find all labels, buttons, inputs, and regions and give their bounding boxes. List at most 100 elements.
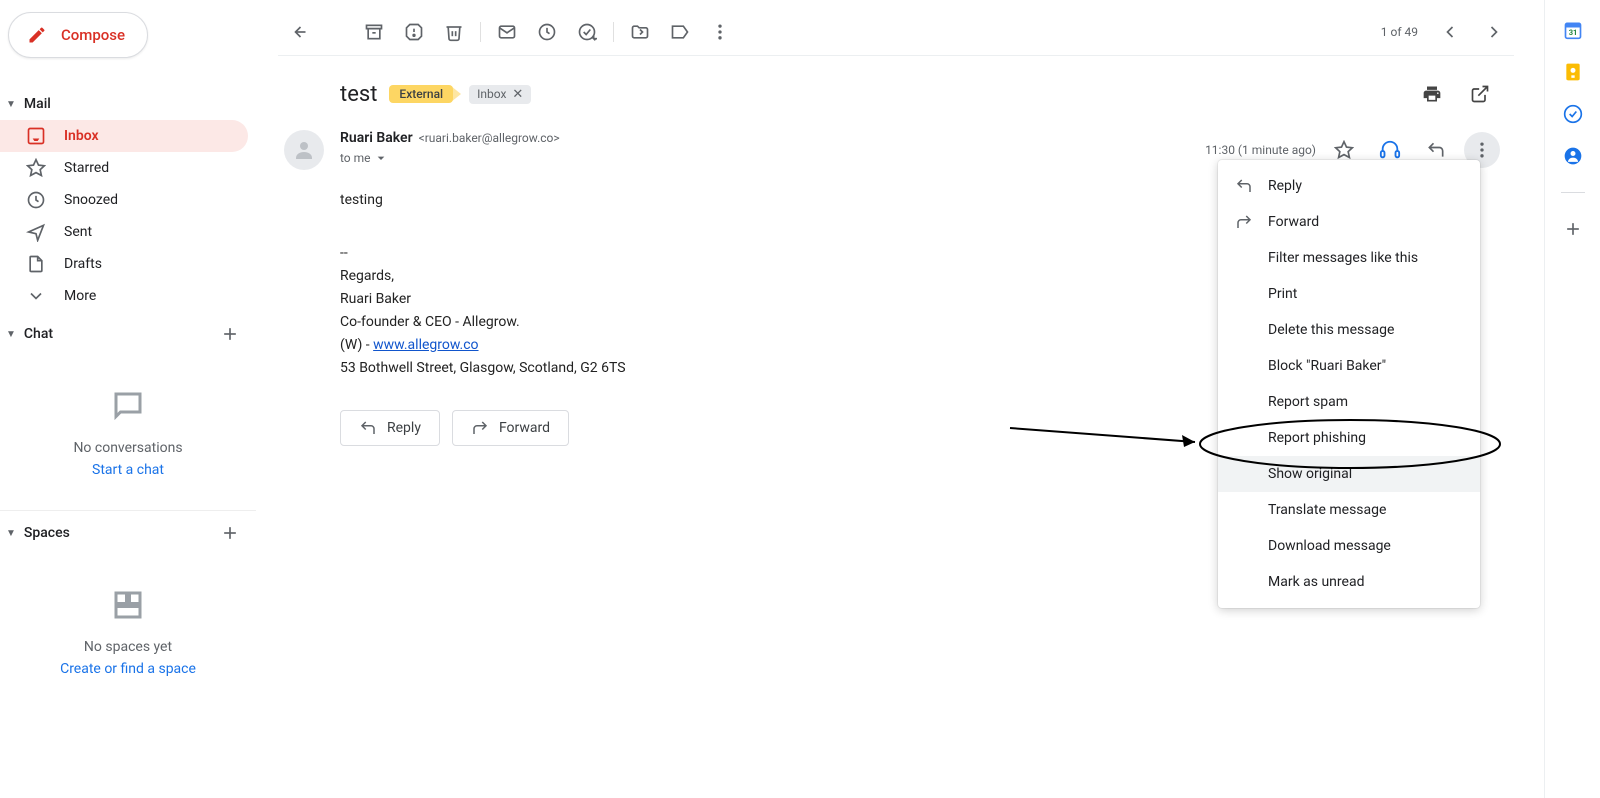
back-button[interactable]: [278, 12, 318, 52]
create-space-link[interactable]: Create or find a space: [20, 661, 236, 677]
sidebar-item-sent[interactable]: Sent: [0, 216, 248, 248]
compose-label: Compose: [61, 26, 125, 44]
chat-placeholder: No conversations Start a chat: [0, 348, 256, 498]
sidebar-item-starred[interactable]: Starred: [0, 152, 248, 184]
section-mail[interactable]: ▼Mail: [0, 92, 256, 116]
body-line: --: [340, 243, 1200, 264]
archive-button[interactable]: [354, 12, 394, 52]
remove-label-icon[interactable]: ✕: [512, 87, 523, 102]
snooze-button[interactable]: [527, 12, 567, 52]
tasks-icon[interactable]: [1563, 104, 1583, 124]
menu-show-original[interactable]: Show original: [1218, 456, 1480, 492]
start-chat-link[interactable]: Start a chat: [20, 462, 236, 478]
message-subject: test: [340, 82, 377, 107]
body-line: (W) -: [340, 337, 373, 353]
contacts-icon[interactable]: [1563, 146, 1583, 166]
star-icon: [26, 158, 46, 178]
compose-button[interactable]: Compose: [8, 12, 148, 58]
signature-link[interactable]: www.allegrow.co: [373, 337, 478, 353]
pencil-icon: [27, 25, 47, 45]
add-task-button[interactable]: [567, 12, 607, 52]
keep-icon[interactable]: [1563, 62, 1583, 82]
menu-label: Reply: [1268, 178, 1302, 194]
calendar-icon[interactable]: 31: [1563, 20, 1583, 40]
message-body: testing -- Regards, Ruari Baker Co-found…: [340, 190, 1200, 381]
label-arrow-icon: [451, 86, 461, 102]
chat-placeholder-text: No conversations: [20, 440, 236, 456]
section-chat[interactable]: ▼Chat: [0, 320, 256, 348]
menu-label: Show original: [1268, 466, 1352, 482]
sidebar-item-drafts[interactable]: Drafts: [0, 248, 248, 280]
move-to-button[interactable]: [620, 12, 660, 52]
sender-name: Ruari Baker: [340, 130, 413, 146]
sidebar-label-drafts: Drafts: [64, 256, 102, 272]
toolbar: 1 of 49: [278, 8, 1514, 56]
print-button[interactable]: [1412, 74, 1452, 114]
menu-label: Delete this message: [1268, 322, 1394, 338]
menu-print[interactable]: Print: [1218, 276, 1480, 312]
sender-email: <ruari.baker@allegrow.co>: [419, 131, 560, 145]
chevron-down-icon: ▼: [6, 99, 16, 110]
sidebar-label-more: More: [64, 288, 96, 304]
menu-delete[interactable]: Delete this message: [1218, 312, 1480, 348]
menu-filter[interactable]: Filter messages like this: [1218, 240, 1480, 276]
menu-block[interactable]: Block "Ruari Baker": [1218, 348, 1480, 384]
menu-label: Report spam: [1268, 394, 1348, 410]
forward-button-label: Forward: [499, 420, 550, 436]
send-icon: [26, 222, 46, 242]
plus-icon[interactable]: [220, 324, 240, 344]
sidebar-label-starred: Starred: [64, 160, 109, 176]
plus-icon[interactable]: [220, 523, 240, 543]
forward-arrow-icon: [471, 419, 489, 437]
next-message-button[interactable]: [1474, 12, 1514, 52]
menu-phishing[interactable]: Report phishing: [1218, 420, 1480, 456]
mark-unread-button[interactable]: [487, 12, 527, 52]
chat-icon: [110, 388, 146, 424]
menu-label: Report phishing: [1268, 430, 1366, 446]
sender-avatar[interactable]: [284, 130, 324, 170]
reply-button-label: Reply: [387, 420, 421, 436]
menu-label: Block "Ruari Baker": [1268, 358, 1386, 374]
inbox-icon: [26, 126, 46, 146]
body-line: Regards,: [340, 266, 1200, 287]
reply-arrow-icon: [359, 419, 377, 437]
menu-download[interactable]: Download message: [1218, 528, 1480, 564]
prev-message-button[interactable]: [1430, 12, 1470, 52]
recipients-toggle[interactable]: to me: [340, 150, 1205, 166]
sidebar-item-more[interactable]: More: [0, 280, 248, 312]
spam-button[interactable]: [394, 12, 434, 52]
menu-label: Translate message: [1268, 502, 1386, 518]
labels-button[interactable]: [660, 12, 700, 52]
external-badge: External: [389, 85, 453, 103]
menu-translate[interactable]: Translate message: [1218, 492, 1480, 528]
file-icon: [26, 254, 46, 274]
section-spaces[interactable]: ▼ Spaces: [0, 519, 256, 547]
open-new-window-button[interactable]: [1460, 74, 1500, 114]
menu-label: Filter messages like this: [1268, 250, 1418, 266]
sidebar-label-inbox: Inbox: [64, 128, 99, 144]
person-icon: [292, 138, 316, 162]
sidebar-item-snoozed[interactable]: Snoozed: [0, 184, 248, 216]
chevron-down-icon: ▼: [6, 528, 16, 539]
clock-icon: [26, 190, 46, 210]
menu-label: Download message: [1268, 538, 1391, 554]
inbox-label-chip[interactable]: Inbox✕: [469, 85, 531, 104]
body-line: Ruari Baker: [340, 289, 1200, 310]
delete-button[interactable]: [434, 12, 474, 52]
menu-label: Forward: [1268, 214, 1319, 230]
forward-button[interactable]: Forward: [452, 410, 569, 446]
menu-forward[interactable]: Forward: [1218, 204, 1480, 240]
reply-button[interactable]: Reply: [340, 410, 440, 446]
spaces-placeholder-text: No spaces yet: [20, 639, 236, 655]
add-icon[interactable]: [1563, 219, 1583, 239]
section-spaces-label: Spaces: [24, 525, 70, 541]
more-button[interactable]: [700, 12, 740, 52]
menu-label: Print: [1268, 286, 1297, 302]
menu-reply[interactable]: Reply: [1218, 168, 1480, 204]
section-chat-label: Chat: [24, 326, 53, 342]
sidebar-item-inbox[interactable]: Inbox: [0, 120, 248, 152]
body-line: testing: [340, 190, 1200, 211]
menu-spam[interactable]: Report spam: [1218, 384, 1480, 420]
recipients-text: to me: [340, 151, 371, 165]
menu-unread[interactable]: Mark as unread: [1218, 564, 1480, 600]
